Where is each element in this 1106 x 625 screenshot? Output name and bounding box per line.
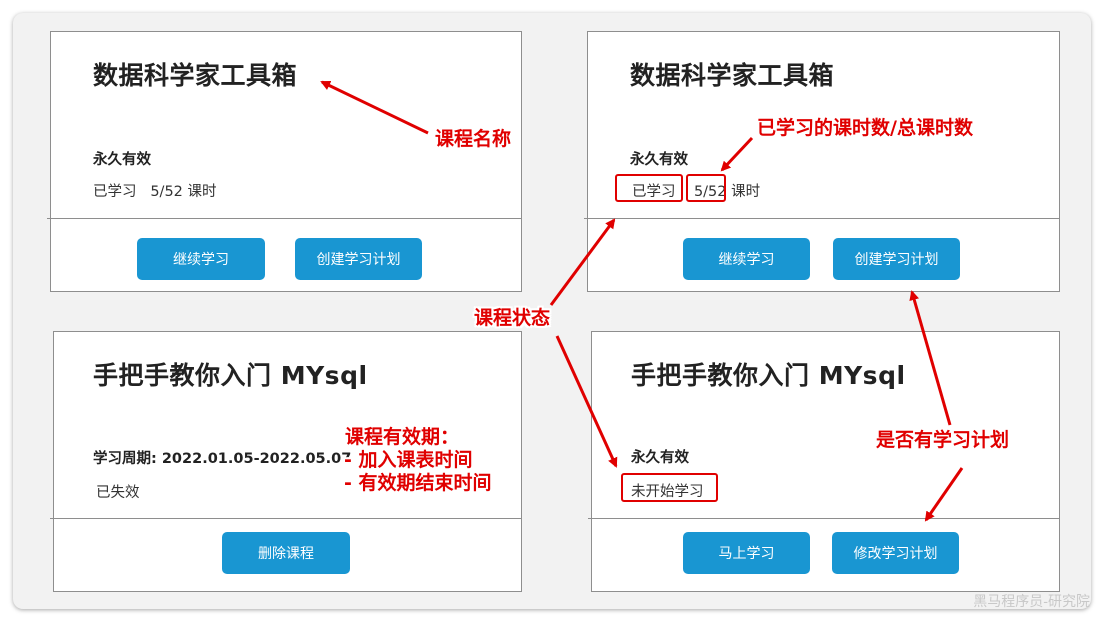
course-title: 数据科学家工具箱	[630, 61, 835, 90]
annotation-validity-end: - 有效期结束时间	[344, 472, 492, 494]
status-highlight-box	[621, 473, 718, 502]
course-validity: 永久有效	[93, 152, 151, 168]
card-divider	[588, 518, 1060, 519]
annotation-course-status: 课程状态	[474, 307, 551, 329]
card-divider	[50, 518, 522, 519]
course-card-4: 手把手教你入门 MYsql 永久有效 未开始学习 马上学习 修改学习计划	[588, 331, 1060, 592]
create-study-plan-button[interactable]: 创建学习计划	[295, 238, 422, 280]
edit-study-plan-button[interactable]: 修改学习计划	[832, 532, 959, 574]
course-status: 已学习 5/52 课时	[93, 180, 217, 201]
continue-learning-button[interactable]: 继续学习	[137, 238, 265, 280]
course-validity: 永久有效	[630, 152, 688, 168]
course-title: 手把手教你入门 MYsql	[631, 361, 906, 390]
status-label: 已学习	[93, 184, 137, 200]
annotation-validity-title: 课程有效期：	[345, 426, 460, 448]
start-learning-button[interactable]: 马上学习	[683, 532, 810, 574]
annotation-progress: 已学习的课时数/总课时数	[757, 117, 973, 139]
course-title: 手把手教你入门 MYsql	[93, 361, 368, 390]
course-validity: 永久有效	[631, 450, 689, 466]
lesson-progress: 5/52	[150, 184, 183, 200]
continue-learning-button[interactable]: 继续学习	[683, 238, 810, 280]
course-card-2: 数据科学家工具箱 永久有效 已学习 5/52 课时 继续学习 创建学习计划	[584, 31, 1060, 292]
annotation-course-name: 课程名称	[435, 128, 512, 150]
watermark: 黑马程序员-研究院	[973, 594, 1090, 610]
status-highlight-box	[615, 174, 683, 202]
course-status: 已失效	[96, 485, 140, 501]
create-study-plan-button[interactable]: 创建学习计划	[833, 238, 960, 280]
course-validity: 学习周期: 2022.01.05-2022.05.07	[93, 451, 352, 467]
lesson-unit: 课时	[731, 184, 761, 200]
card-divider	[47, 218, 522, 219]
course-title: 数据科学家工具箱	[93, 61, 298, 90]
progress-highlight-box	[686, 174, 726, 202]
annotation-has-plan: 是否有学习计划	[876, 429, 1010, 451]
annotation-validity-start: - 加入课表时间	[344, 449, 473, 471]
card-divider	[584, 218, 1060, 219]
lesson-unit: 课时	[187, 184, 217, 200]
delete-course-button[interactable]: 删除课程	[222, 532, 350, 574]
course-card-1: 数据科学家工具箱 永久有效 已学习 5/52 课时 继续学习 创建学习计划	[47, 31, 522, 292]
